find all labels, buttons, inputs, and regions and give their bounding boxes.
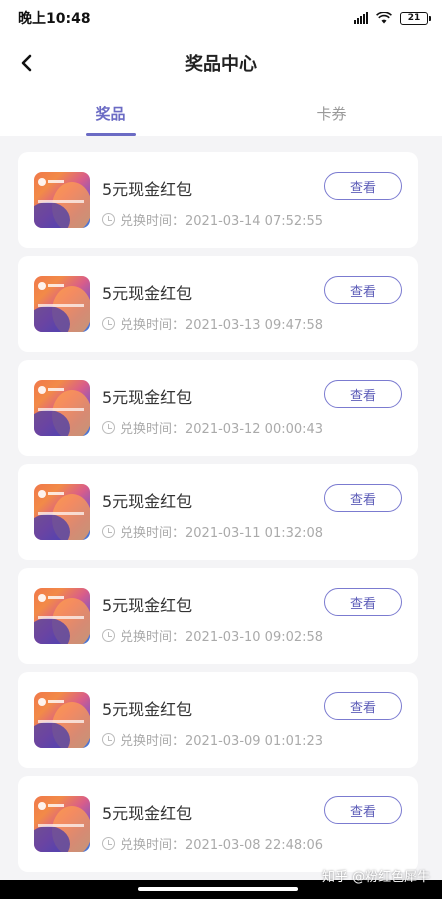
status-bar: 晚上10:48 21 — [0, 0, 442, 36]
prize-card[interactable]: 5元现金红包 兑换时间：2021-03-12 00:00:43 查看 — [18, 360, 418, 456]
redeem-time: 兑换时间：2021-03-12 00:00:43 — [102, 418, 323, 437]
prize-thumbnail — [34, 276, 90, 332]
view-button[interactable]: 查看 — [324, 172, 402, 200]
prize-title: 5元现金红包 — [102, 388, 193, 407]
prize-title: 5元现金红包 — [102, 284, 193, 303]
prize-card[interactable]: 5元现金红包 兑换时间：2021-03-13 09:47:58 查看 — [18, 256, 418, 352]
prize-thumbnail — [34, 484, 90, 540]
redeem-time: 兑换时间：2021-03-08 22:48:06 — [102, 834, 323, 853]
tab-coupons[interactable]: 卡券 — [221, 90, 442, 136]
redeem-time-text: 兑换时间：2021-03-08 22:48:06 — [120, 838, 324, 853]
prize-title: 5元现金红包 — [102, 180, 193, 199]
clock-icon — [102, 629, 115, 642]
prize-title: 5元现金红包 — [102, 700, 193, 719]
view-button[interactable]: 查看 — [324, 484, 402, 512]
clock-icon — [102, 421, 115, 434]
redeem-time-text: 兑换时间：2021-03-11 01:32:08 — [120, 526, 324, 541]
view-button[interactable]: 查看 — [324, 380, 402, 408]
redeem-time: 兑换时间：2021-03-14 07:52:55 — [102, 210, 323, 229]
prize-card[interactable]: 5元现金红包 兑换时间：2021-03-11 01:32:08 查看 — [18, 464, 418, 560]
tab-prizes[interactable]: 奖品 — [0, 90, 221, 136]
clock-icon — [102, 317, 115, 330]
back-button[interactable] — [14, 50, 40, 76]
prize-thumbnail — [34, 172, 90, 228]
prize-card[interactable]: 5元现金红包 兑换时间：2021-03-10 09:02:58 查看 — [18, 568, 418, 664]
clock-icon — [102, 213, 115, 226]
redeem-time: 兑换时间：2021-03-09 01:01:23 — [102, 730, 323, 749]
prize-thumbnail — [34, 380, 90, 436]
redeem-time-text: 兑换时间：2021-03-10 09:02:58 — [120, 630, 324, 645]
prize-thumbnail — [34, 796, 90, 852]
redeem-time-text: 兑换时间：2021-03-12 00:00:43 — [120, 422, 324, 437]
header: 奖品中心 — [0, 36, 442, 90]
signal-icon — [354, 12, 368, 24]
view-button[interactable]: 查看 — [324, 796, 402, 824]
redeem-time-text: 兑换时间：2021-03-13 09:47:58 — [120, 318, 324, 333]
prize-card[interactable]: 5元现金红包 兑换时间：2021-03-09 01:01:23 查看 — [18, 672, 418, 768]
prize-list: 5元现金红包 兑换时间：2021-03-14 07:52:55 查看 5元现金红… — [18, 152, 418, 872]
battery-icon: 21 — [400, 11, 431, 25]
tab-bar: 奖品 卡券 — [0, 90, 442, 136]
status-icons: 21 — [354, 11, 431, 25]
prize-thumbnail — [34, 692, 90, 748]
prize-card[interactable]: 5元现金红包 兑换时间：2021-03-14 07:52:55 查看 — [18, 152, 418, 248]
prize-thumbnail — [34, 588, 90, 644]
redeem-time: 兑换时间：2021-03-10 09:02:58 — [102, 626, 323, 645]
prize-title: 5元现金红包 — [102, 492, 193, 511]
redeem-time-text: 兑换时间：2021-03-09 01:01:23 — [120, 734, 324, 749]
view-button[interactable]: 查看 — [324, 276, 402, 304]
page-title: 奖品中心 — [185, 54, 257, 75]
prize-card[interactable]: 5元现金红包 兑换时间：2021-03-08 22:48:06 查看 — [18, 776, 418, 872]
view-button[interactable]: 查看 — [324, 588, 402, 616]
clock-icon — [102, 837, 115, 850]
prize-title: 5元现金红包 — [102, 804, 193, 823]
wifi-icon — [376, 12, 392, 24]
redeem-time: 兑换时间：2021-03-11 01:32:08 — [102, 522, 323, 541]
prize-title: 5元现金红包 — [102, 596, 193, 615]
clock-icon — [102, 525, 115, 538]
chevron-left-icon — [21, 54, 32, 72]
status-time: 晚上10:48 — [18, 11, 91, 27]
clock-icon — [102, 733, 115, 746]
redeem-time: 兑换时间：2021-03-13 09:47:58 — [102, 314, 323, 333]
watermark: 知乎 @粉红色犀牛 — [322, 870, 431, 885]
view-button[interactable]: 查看 — [324, 692, 402, 720]
home-indicator[interactable] — [138, 887, 298, 891]
redeem-time-text: 兑换时间：2021-03-14 07:52:55 — [120, 214, 324, 229]
